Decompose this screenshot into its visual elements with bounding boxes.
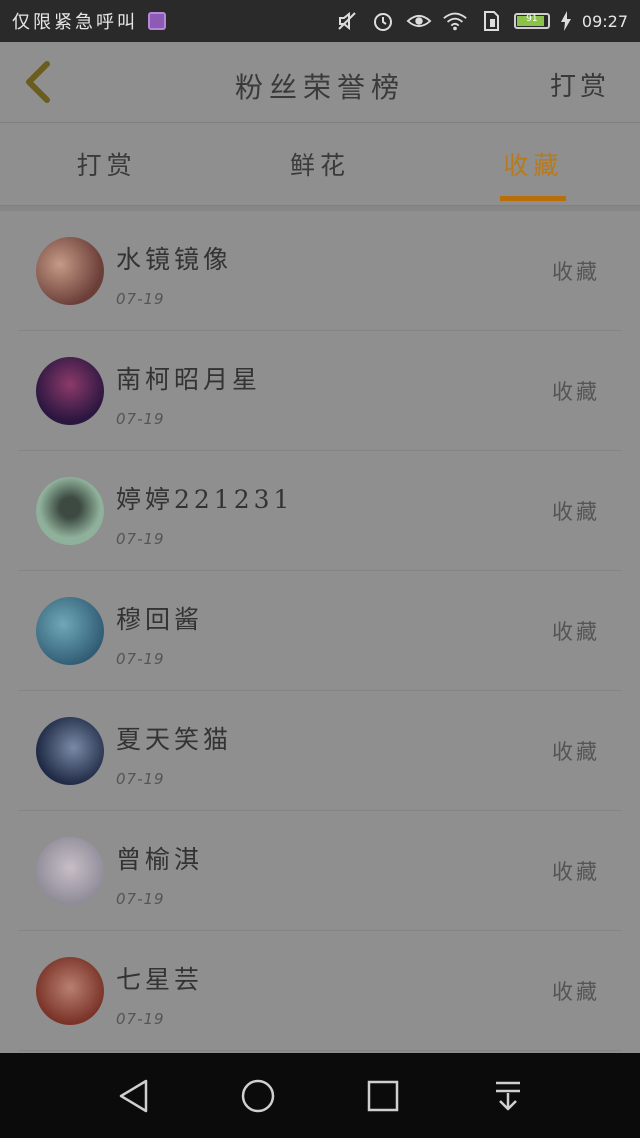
avatar[interactable] — [36, 236, 104, 305]
list-item[interactable]: 南柯昭月星 07-19 收藏 — [18, 331, 622, 451]
tab-label: 收藏 — [503, 151, 564, 180]
action-label: 收藏 — [552, 379, 600, 404]
user-name: 七星芸 — [116, 964, 204, 994]
action-label: 收藏 — [552, 859, 600, 884]
item-date: 07-19 — [116, 889, 165, 908]
tab-label: 鲜花 — [289, 151, 350, 180]
charging-icon — [560, 8, 572, 34]
list-item[interactable]: 七星芸 07-19 收藏 — [18, 931, 622, 1051]
battery-level: 91 — [526, 14, 538, 24]
tab-favorites[interactable]: 收藏 — [427, 123, 640, 205]
reward-button[interactable]: 打赏 — [550, 66, 610, 103]
user-name: 南柯昭月星 — [116, 364, 262, 394]
avatar[interactable] — [36, 716, 104, 785]
action-label: 收藏 — [552, 259, 600, 284]
notification-pull-button[interactable] — [478, 1066, 538, 1126]
image-notification-icon — [148, 12, 166, 30]
tab-flowers[interactable]: 鲜花 — [213, 123, 426, 205]
item-info: 水镜镜像 07-19 — [116, 211, 232, 330]
user-name: 水镜镜像 — [116, 244, 233, 274]
fan-list: 水镜镜像 07-19 收藏 南柯昭月星 07-19 收藏 婷婷221231 07… — [0, 211, 640, 1051]
wifi-icon — [442, 8, 468, 34]
action-label: 收藏 — [552, 979, 600, 1004]
pull-down-icon — [495, 1081, 520, 1110]
recents-nav-button[interactable] — [353, 1066, 413, 1126]
active-tab-indicator — [500, 196, 567, 201]
action-label: 收藏 — [552, 499, 600, 524]
avatar[interactable] — [36, 596, 104, 665]
item-info: 曾榆淇 07-19 — [116, 811, 203, 930]
list-item[interactable]: 曾榆淇 07-19 收藏 — [18, 811, 622, 931]
avatar[interactable] — [36, 956, 104, 1025]
item-info: 婷婷221231 07-19 — [116, 451, 293, 570]
item-date: 07-19 — [116, 529, 165, 548]
app-content: 粉丝荣誉榜 打赏 打赏 鲜花 收藏 水镜镜像 07-19 收藏 南柯昭月星 07… — [0, 42, 640, 1053]
chevron-left-icon — [26, 61, 50, 103]
square-recents-icon — [367, 1080, 398, 1111]
status-left: 仅限紧急呼叫 — [12, 8, 166, 34]
user-name: 穆回酱 — [116, 604, 204, 634]
system-nav-bar — [0, 1053, 640, 1138]
item-date: 07-19 — [116, 769, 165, 788]
eye-icon — [406, 8, 432, 34]
list-item[interactable]: 夏天笑猫 07-19 收藏 — [18, 691, 622, 811]
item-info: 穆回酱 07-19 — [116, 571, 203, 690]
back-button[interactable] — [14, 58, 62, 106]
list-item[interactable]: 水镜镜像 07-19 收藏 — [18, 211, 622, 331]
avatar[interactable] — [36, 356, 104, 425]
avatar[interactable] — [36, 476, 104, 545]
list-item[interactable]: 穆回酱 07-19 收藏 — [18, 571, 622, 691]
item-info: 七星芸 07-19 — [116, 931, 203, 1050]
tab-label: 打赏 — [76, 151, 137, 180]
action-label: 收藏 — [552, 619, 600, 644]
status-right: 91 09:27 — [334, 8, 628, 34]
triangle-back-icon — [119, 1079, 147, 1112]
sim-icon — [478, 8, 504, 34]
carrier-text: 仅限紧急呼叫 — [12, 12, 138, 33]
home-nav-button[interactable] — [228, 1066, 288, 1126]
item-info: 南柯昭月星 07-19 — [116, 331, 261, 450]
item-info: 夏天笑猫 07-19 — [116, 691, 232, 810]
action-label: 收藏 — [552, 739, 600, 764]
user-name: 曾榆淇 — [116, 844, 204, 874]
back-nav-button[interactable] — [103, 1066, 163, 1126]
item-date: 07-19 — [116, 1009, 165, 1028]
item-date: 07-19 — [116, 409, 165, 428]
alarm-icon — [370, 8, 396, 34]
mute-icon — [334, 8, 360, 34]
tab-reward[interactable]: 打赏 — [0, 123, 213, 205]
clock: 09:27 — [581, 11, 628, 31]
battery-icon: 91 — [513, 13, 550, 29]
circle-home-icon — [241, 1079, 274, 1112]
status-bar: 仅限紧急呼叫 91 09:27 — [0, 0, 640, 42]
user-name: 婷婷221231 — [116, 484, 294, 514]
item-date: 07-19 — [116, 289, 165, 308]
tab-bar: 打赏 鲜花 收藏 — [0, 123, 640, 206]
page-title: 粉丝荣誉榜 — [234, 71, 405, 104]
list-item[interactable]: 婷婷221231 07-19 收藏 — [18, 451, 622, 571]
user-name: 夏天笑猫 — [116, 724, 233, 754]
avatar[interactable] — [36, 836, 104, 905]
item-date: 07-19 — [116, 649, 165, 668]
top-bar: 粉丝荣誉榜 打赏 — [0, 42, 640, 123]
